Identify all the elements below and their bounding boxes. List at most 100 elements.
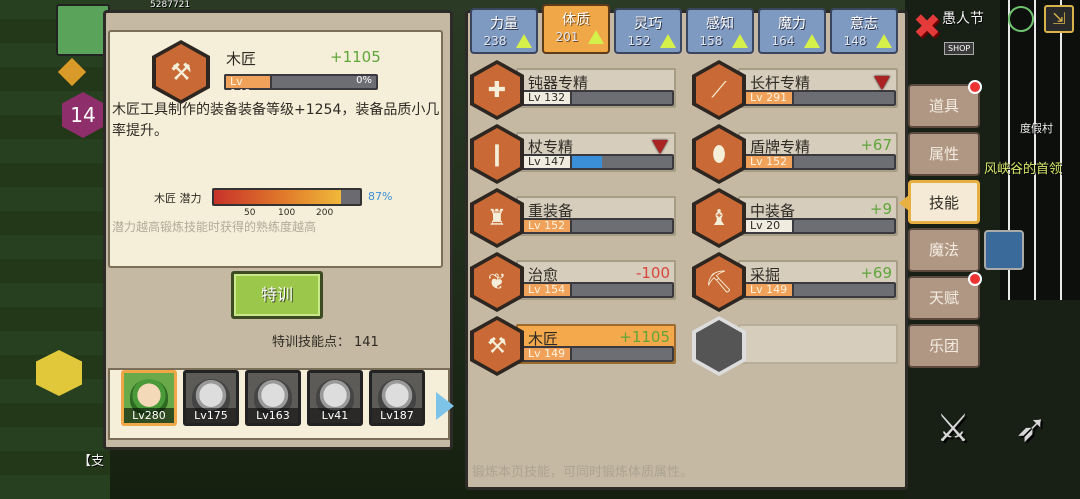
stat-tabs: 力量 238 体质 201 灵巧 152 感知 158 魔力 164 意志 148 — [470, 4, 910, 58]
skill-detail-level: Lv 149 — [224, 74, 272, 100]
character-card[interactable]: Lv163 — [245, 370, 301, 426]
player-avatar[interactable] — [56, 4, 110, 56]
boss-hint: 风峡谷的首领 — [984, 162, 1063, 177]
upgrade-arrow-icon[interactable] — [804, 34, 820, 48]
skill-box[interactable]: 中装备 +9 Lv 20 — [738, 196, 898, 236]
upgrade-arrow-icon[interactable] — [516, 34, 532, 48]
side-menu-item[interactable]: 道具 — [908, 80, 982, 128]
side-menu-label: 乐团 — [928, 337, 959, 355]
side-menu-item[interactable]: 魔法 — [908, 228, 980, 272]
tab-stat[interactable]: 感知 158 — [686, 8, 754, 54]
pickaxe-icon: ⛏ — [692, 252, 746, 312]
tab-label: 灵巧 — [634, 16, 662, 32]
skill-level: Lv 20 — [744, 218, 794, 234]
shop-sign[interactable]: SHOP — [944, 42, 975, 55]
skill-box[interactable]: 盾牌专精 +67 Lv 152 — [738, 132, 898, 172]
saw-icon: ⚒ — [152, 40, 210, 104]
skill-detail-bonus: +1105 — [330, 48, 381, 66]
skill-progress: Lv 149 — [744, 282, 896, 298]
side-menu-item[interactable]: 乐团 — [908, 324, 980, 368]
skill-progress: Lv 152 — [522, 218, 674, 234]
train-points-label: 特训技能点： 141 — [272, 331, 379, 350]
skill-row[interactable]: 重装备 Lv 152 ♜ — [470, 188, 676, 248]
left-background — [0, 0, 110, 499]
skill-progress: Lv 147 — [522, 154, 674, 170]
skill-box[interactable]: 钝器专精 Lv 132 — [516, 68, 676, 108]
character-card[interactable]: Lv187 — [369, 370, 425, 426]
train-points-text: 特训技能点： — [272, 335, 351, 350]
tab-stat[interactable]: 体质 201 — [542, 4, 610, 54]
skill-level: Lv 152 — [522, 218, 572, 234]
skill-box[interactable]: 采掘 +69 Lv 149 — [738, 260, 898, 300]
skill-progress: Lv 154 — [522, 282, 674, 298]
saw-icon: ⚒ — [470, 316, 524, 376]
skill-box[interactable]: 长杆专精 Lv 291 — [738, 68, 898, 108]
exit-icon[interactable]: ⇲ — [1044, 5, 1074, 33]
bow-icon[interactable]: ➶ — [1008, 405, 1054, 451]
empty-skill-slot — [692, 316, 898, 376]
spear-icon: ⟋ — [692, 60, 746, 120]
globe-icon[interactable] — [1008, 6, 1034, 32]
skill-box[interactable]: 木匠 +1105 Lv 149 — [516, 324, 676, 364]
tab-value: 164 — [771, 34, 795, 48]
notification-dot — [968, 80, 982, 94]
tab-value: 201 — [555, 30, 579, 44]
skill-box[interactable]: 治愈 -100 Lv 154 — [516, 260, 676, 300]
wand-item-icon[interactable] — [984, 230, 1024, 270]
player-count: 5287721 — [150, 0, 191, 10]
tab-stat[interactable]: 意志 148 — [830, 8, 898, 54]
character-card[interactable]: Lv175 — [183, 370, 239, 426]
side-menu-item[interactable]: 属性 — [908, 132, 980, 176]
hammer-icon: ✚ — [470, 60, 524, 120]
skill-row[interactable]: 杖专精 Lv 147 ❙ — [470, 124, 676, 184]
heavy-armor-icon: ♜ — [470, 188, 524, 248]
down-arrow-icon[interactable] — [874, 76, 890, 90]
skill-row[interactable]: 治愈 -100 Lv 154 ❦ — [470, 252, 676, 312]
upgrade-arrow-icon[interactable] — [660, 34, 676, 48]
tab-value: 238 — [483, 34, 507, 48]
skill-progress: Lv 20 — [744, 218, 896, 234]
skill-row[interactable]: 长杆专精 Lv 291 ⟋ — [692, 60, 898, 120]
shield-icon: ⬮ — [692, 124, 746, 184]
side-menu-label: 技能 — [928, 194, 959, 212]
close-icon[interactable]: ✖ — [910, 10, 944, 44]
upgrade-arrow-icon[interactable] — [876, 34, 892, 48]
skill-level: Lv 147 — [522, 154, 572, 170]
skill-level: Lv 154 — [522, 282, 572, 298]
side-menu-label: 魔法 — [928, 241, 959, 259]
skill-grid: 钝器专精 Lv 132 ✚ 长杆专精 Lv 291 ⟋ 杖专精 Lv 147 ❙ 盾牌专精 +67 L… — [470, 60, 910, 390]
active-pointer-icon — [899, 195, 909, 211]
notification-dot — [968, 272, 982, 286]
skill-detail-description: 木匠工具制作的装备装备等级+1254，装备品质小几率提升。 — [112, 102, 440, 139]
tab-stat[interactable]: 魔力 164 — [758, 8, 826, 54]
tab-label: 意志 — [850, 16, 878, 32]
locked-hex-icon — [692, 316, 746, 376]
skill-level: Lv 132 — [522, 90, 572, 106]
skill-row[interactable]: 木匠 +1105 Lv 149 ⚒ — [470, 316, 676, 376]
skill-row[interactable]: 采掘 +69 Lv 149 ⛏ — [692, 252, 898, 312]
train-button[interactable]: 特训 — [231, 271, 323, 319]
potential-tick: 50 — [244, 208, 256, 218]
tab-stat[interactable]: 力量 238 — [470, 8, 538, 54]
tab-stat[interactable]: 灵巧 152 — [614, 8, 682, 54]
skill-row[interactable]: 盾牌专精 +67 Lv 152 ⬮ — [692, 124, 898, 184]
side-menu-item[interactable]: 天赋 — [908, 272, 982, 320]
train-points-value: 141 — [354, 335, 379, 350]
upgrade-arrow-icon[interactable] — [588, 30, 604, 44]
skill-bonus: +1105 — [619, 328, 670, 346]
skill-box[interactable]: 杖专精 Lv 147 — [516, 132, 676, 172]
side-menu-label: 天赋 — [928, 289, 959, 307]
skill-level: Lv 291 — [744, 90, 794, 106]
side-menu-item[interactable]: 技能 — [899, 180, 980, 224]
skill-detail-progress-text: 0% — [356, 75, 372, 86]
skill-detail-name: 木匠 — [226, 50, 257, 68]
skill-row[interactable]: 中装备 +9 Lv 20 ♝ — [692, 188, 898, 248]
skill-box[interactable]: 重装备 Lv 152 — [516, 196, 676, 236]
character-card[interactable]: Lv41 — [307, 370, 363, 426]
character-card[interactable]: Lv280 — [121, 370, 177, 426]
down-arrow-icon[interactable] — [652, 140, 668, 154]
skill-row[interactable]: 钝器专精 Lv 132 ✚ — [470, 60, 676, 120]
sword-icon[interactable]: ⚔ — [930, 405, 976, 451]
upgrade-arrow-icon[interactable] — [732, 34, 748, 48]
next-arrow-icon[interactable] — [436, 392, 454, 420]
